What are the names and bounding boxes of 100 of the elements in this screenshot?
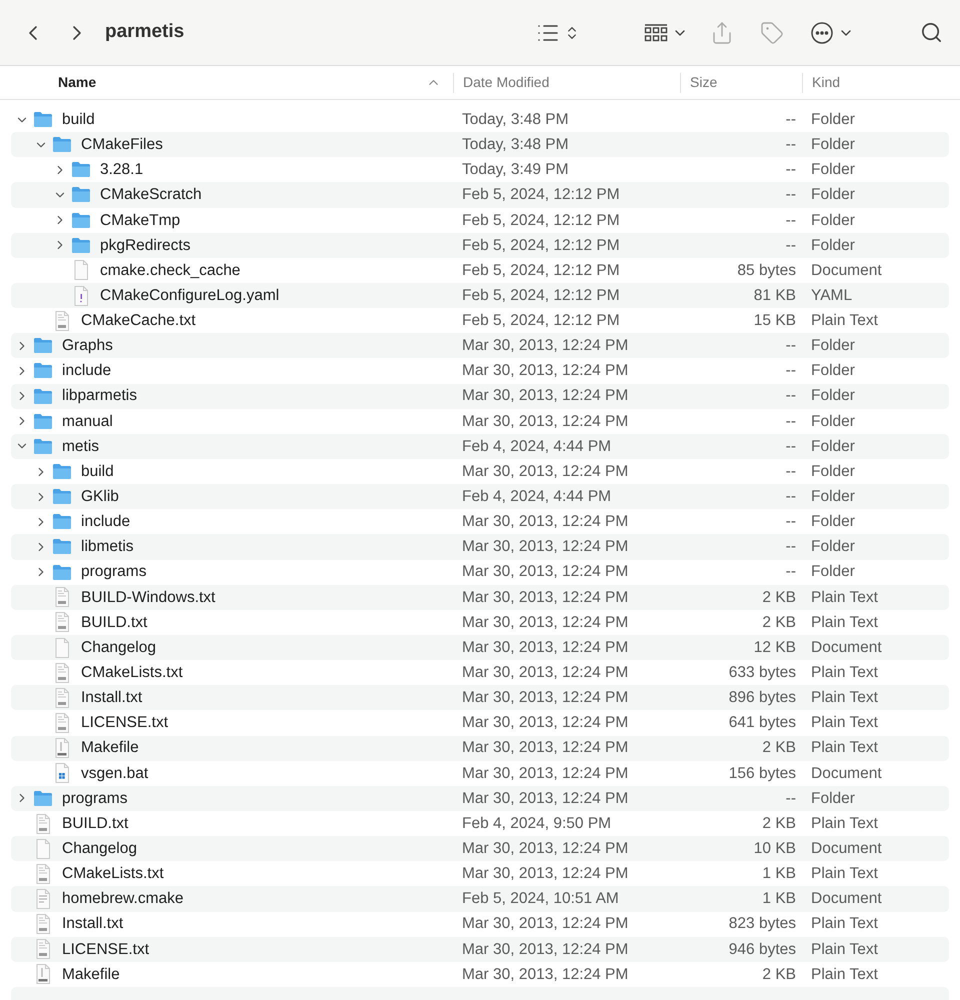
tag-icon — [760, 20, 784, 44]
text-file-icon — [34, 812, 52, 834]
file-name: homebrew.cmake — [62, 889, 184, 910]
file-row[interactable]: cmake.check_cache Feb 5, 2024, 12:12 PM 85 bytes Document — [11, 258, 949, 283]
date-modified: Mar 30, 2013, 12:24 PM — [461, 738, 630, 758]
file-name: BUILD.txt — [62, 814, 128, 834]
file-name: build — [62, 110, 95, 130]
column-header[interactable]: Kind — [812, 72, 840, 93]
file-name: Changelog — [62, 839, 137, 860]
file-row[interactable]: build Today, 3:48 PM -- Folder — [11, 107, 949, 132]
file-row[interactable]: CMakeLists.txt Mar 30, 2013, 12:24 PM 1 KB Plain Text — [11, 861, 949, 886]
text-file-icon — [34, 913, 52, 936]
file-row[interactable]: GKlib Feb 4, 2024, 4:44 PM -- Folder — [11, 484, 949, 510]
file-size: -- — [784, 336, 796, 356]
file-row[interactable]: programs Mar 30, 2013, 12:24 PM -- Folder — [11, 560, 949, 585]
file-kind: Folder — [811, 236, 855, 256]
file-row[interactable]: pkgRedirects Feb 5, 2024, 12:12 PM -- Folder — [11, 232, 949, 258]
file-row[interactable]: Changelog Mar 30, 2013, 12:24 PM 12 KB Document — [11, 634, 949, 660]
folder-icon — [52, 463, 72, 480]
file-kind: Plain Text — [811, 864, 878, 884]
file-kind: Folder — [811, 386, 855, 406]
file-row[interactable]: LICENSE.txt Mar 30, 2013, 12:24 PM 641 bytes Plain Text — [11, 710, 949, 736]
file-row[interactable]: build Mar 30, 2013, 12:24 PM -- Folder — [11, 458, 949, 484]
file-row[interactable]: programs Mar 30, 2013, 12:24 PM -- Folder — [11, 786, 949, 811]
folder-icon — [52, 488, 72, 506]
file-row[interactable]: Makefile Mar 30, 2013, 12:24 PM 2 KB Plain Text — [11, 962, 949, 987]
file-kind: Document — [811, 764, 882, 784]
file-row[interactable]: manual Mar 30, 2013, 12:24 PM -- Folder — [11, 408, 949, 434]
file-name: CMakeScratch — [100, 185, 202, 206]
file-name: LICENSE.txt — [62, 940, 149, 960]
file-row[interactable]: metis Feb 4, 2024, 4:44 PM -- Folder — [11, 434, 949, 459]
date-modified: Feb 5, 2024, 12:12 PM — [461, 311, 621, 332]
folder-icon — [71, 186, 91, 204]
folder-icon — [71, 236, 91, 254]
file-name: CMakeCache.txt — [81, 311, 196, 332]
file-row[interactable]: CMakeFiles Today, 3:48 PM -- Folder — [11, 132, 949, 158]
grid-icon — [644, 22, 668, 42]
date-modified: Feb 4, 2024, 9:50 PM — [461, 814, 612, 834]
date-modified: Mar 30, 2013, 12:24 PM — [461, 588, 630, 608]
file-row[interactable]: homebrew.cmake Feb 5, 2024, 10:51 AM 1 KB Document — [11, 886, 949, 912]
file-row[interactable]: CMakeTmp Feb 5, 2024, 12:12 PM -- Folder — [11, 208, 949, 233]
document-icon — [52, 636, 72, 659]
file-size: 156 bytes — [728, 764, 796, 784]
folder-icon — [52, 136, 72, 154]
file-size: 823 bytes — [728, 914, 796, 934]
column-header[interactable]: Date Modified — [463, 72, 550, 93]
file-row[interactable]: BUILD.txt Mar 30, 2013, 12:24 PM 2 KB Plain Text — [11, 610, 949, 635]
file-row[interactable]: Graphs Mar 30, 2013, 12:24 PM -- Folder — [11, 333, 949, 358]
file-name: BUILD-Windows.txt — [81, 588, 216, 608]
file-kind: Folder — [811, 210, 855, 230]
file-size: -- — [784, 512, 796, 532]
file-kind: Folder — [811, 336, 855, 356]
file-row[interactable]: Makefile Mar 30, 2013, 12:24 PM 2 KB Plain Text — [11, 736, 949, 761]
folder-icon — [52, 564, 72, 581]
column-header[interactable]: Name — [58, 72, 96, 93]
file-kind: Document — [811, 839, 882, 860]
date-modified: Mar 30, 2013, 12:24 PM — [461, 940, 630, 960]
file-size: 15 KB — [752, 311, 796, 332]
file-size: 1 KB — [761, 889, 796, 910]
file-row[interactable]: include Mar 30, 2013, 12:24 PM -- Folder — [11, 358, 949, 384]
file-name: Makefile — [81, 738, 139, 758]
file-row[interactable]: BUILD-Windows.txt Mar 30, 2013, 12:24 PM 2 KB Plain Text — [11, 584, 949, 610]
date-modified: Feb 5, 2024, 10:51 AM — [461, 889, 620, 910]
date-modified: Mar 30, 2013, 12:24 PM — [461, 361, 630, 382]
file-row[interactable]: libmetis Mar 30, 2013, 12:24 PM -- Folder — [11, 534, 949, 560]
date-modified: Feb 5, 2024, 12:12 PM — [461, 236, 621, 256]
file-row[interactable]: CMakeCache.txt Feb 5, 2024, 12:12 PM 15 KB Plain Text — [11, 308, 949, 334]
file-size: 2 KB — [761, 588, 796, 608]
file-row[interactable]: include Mar 30, 2013, 12:24 PM -- Folder — [11, 509, 949, 534]
file-name: Install.txt — [81, 688, 142, 708]
file-row[interactable]: CMakeScratch Feb 5, 2024, 12:12 PM -- Folder — [11, 182, 949, 208]
file-row[interactable]: CMakeConfigureLog.yaml Feb 5, 2024, 12:12 PM 81 KB YAML — [11, 282, 949, 308]
text-file-icon — [34, 963, 52, 986]
file-row[interactable]: vsgen.bat Mar 30, 2013, 12:24 PM 156 bytes Document — [11, 760, 949, 786]
search-button[interactable] — [920, 21, 943, 44]
date-modified: Today, 3:49 PM — [461, 160, 570, 180]
file-row[interactable]: CMakeLists.txt Mar 30, 2013, 12:24 PM 633 bytes Plain Text — [11, 660, 949, 686]
file-size: -- — [784, 236, 796, 256]
file-row[interactable]: 3.28.1 Today, 3:49 PM -- Folder — [11, 157, 949, 182]
date-modified: Feb 5, 2024, 12:12 PM — [461, 185, 621, 206]
file-row[interactable]: Install.txt Mar 30, 2013, 12:24 PM 823 bytes Plain Text — [11, 912, 949, 937]
file-size: 641 bytes — [728, 713, 796, 734]
file-row[interactable]: Install.txt Mar 30, 2013, 12:24 PM 896 bytes Plain Text — [11, 685, 949, 710]
file-row[interactable]: BUILD.txt Feb 4, 2024, 9:50 PM 2 KB Plain Text — [11, 810, 949, 836]
document-icon — [72, 259, 90, 282]
file-name: CMakeTmp — [100, 210, 180, 230]
date-modified: Mar 30, 2013, 12:24 PM — [461, 914, 630, 934]
file-kind: Document — [811, 260, 882, 281]
file-size: 2 KB — [761, 738, 796, 758]
file-row[interactable]: libparmetis Mar 30, 2013, 12:24 PM -- Folder — [11, 384, 949, 409]
file-name: include — [62, 361, 112, 382]
file-kind: Folder — [811, 135, 855, 156]
file-row[interactable]: Changelog Mar 30, 2013, 12:24 PM 10 KB Document — [11, 836, 949, 862]
file-size: -- — [784, 386, 796, 406]
file-name: CMakeFiles — [81, 135, 163, 156]
file-row[interactable]: LICENSE.txt Mar 30, 2013, 12:24 PM 946 bytes Plain Text — [11, 936, 949, 962]
file-name: GKlib — [81, 487, 119, 508]
column-header[interactable]: Size — [690, 72, 718, 93]
document-icon — [34, 838, 52, 860]
folder-icon — [52, 538, 72, 556]
